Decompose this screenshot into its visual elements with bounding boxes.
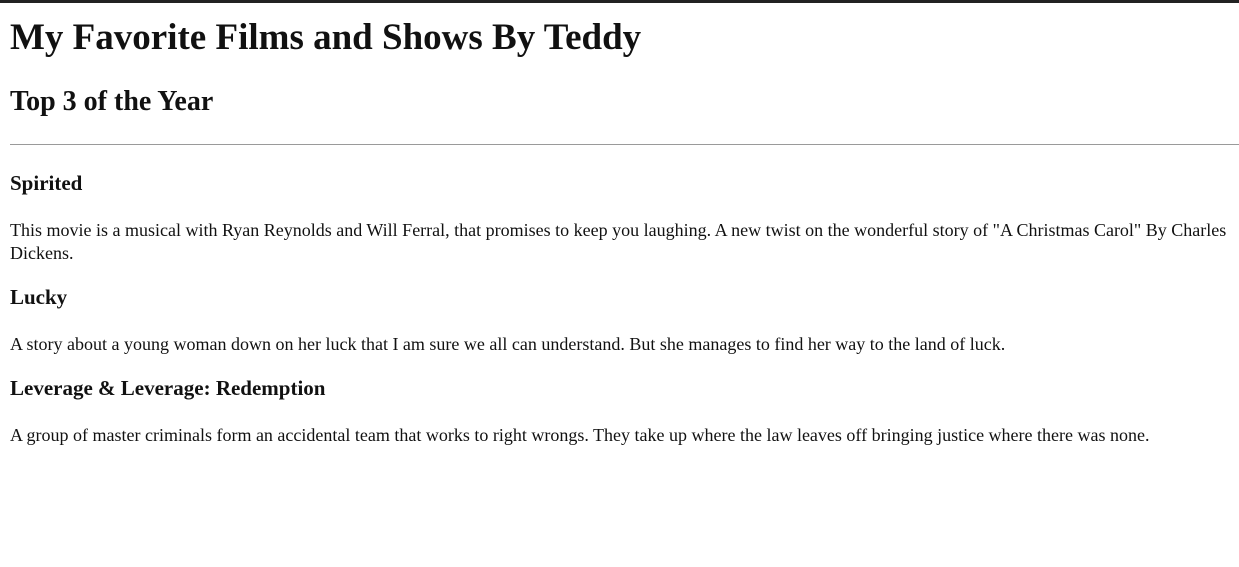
entry-title: Leverage & Leverage: Redemption <box>10 376 326 400</box>
page-subtitle: Top 3 of the Year <box>10 86 214 117</box>
section-divider <box>10 144 1239 145</box>
entry-title: Spirited <box>10 171 83 195</box>
entry-description: A group of master criminals form an acci… <box>10 425 1150 445</box>
page-title: My Favorite Films and Shows By Teddy <box>10 17 642 58</box>
entry-description: A story about a young woman down on her … <box>10 334 1006 354</box>
entry-leverage: Leverage & Leverage: Redemption A group … <box>10 376 1229 447</box>
entry-spirited: Spirited This movie is a musical with Ry… <box>10 171 1229 265</box>
entry-description: This movie is a musical with Ryan Reynol… <box>10 220 1227 263</box>
entry-lucky: Lucky A story about a young woman down o… <box>10 285 1229 356</box>
entry-title: Lucky <box>10 285 68 309</box>
page-content: My Favorite Films and Shows By Teddy Top… <box>0 17 1239 447</box>
